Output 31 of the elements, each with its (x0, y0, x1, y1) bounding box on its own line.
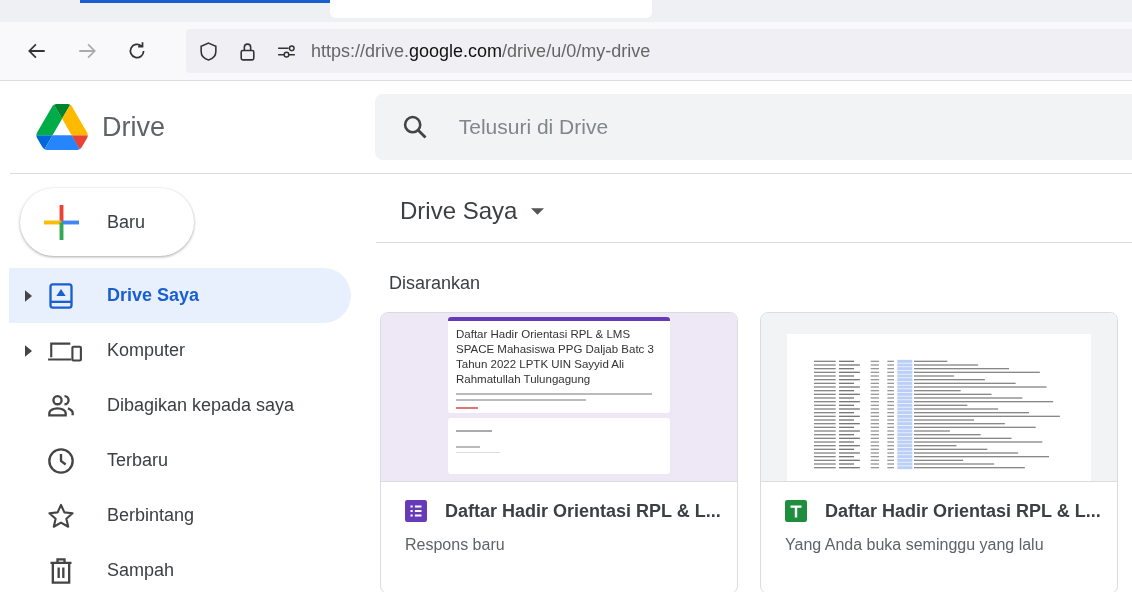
clock-icon (47, 446, 75, 475)
question-drawing (456, 430, 500, 453)
file-activity: Respons baru (405, 536, 506, 554)
file-name: Daftar Hadir Orientasi RPL & L... (825, 500, 1101, 522)
sidebar-item[interactable]: Sampah (9, 543, 351, 592)
app-title: Drive (102, 111, 165, 143)
star-icon (47, 501, 75, 530)
caret-icon[interactable] (25, 344, 32, 357)
address-bar[interactable]: https://drive.google.com/drive/u/0/my-drive (186, 29, 1132, 73)
file-name: Daftar Hadir Orientasi RPL & L... (445, 500, 721, 522)
url-text[interactable]: https://drive.google.com/drive/u/0/my-drive (311, 40, 651, 62)
form-file-icon (405, 500, 427, 522)
caret-icon[interactable] (25, 289, 32, 302)
sheet-file-icon (785, 500, 807, 522)
form-title: Daftar Hadir Orientasi RPL & LMS SPACE Mahasiswa PPG Daljab Batc 3 Tahun 2022 LPTK UIN Sayyid Ali Rahmatullah Tulungagung (456, 327, 655, 387)
sidebar-item[interactable]: Berbintang (9, 488, 351, 543)
section-title: Disarankan (376, 242, 1132, 294)
file-activity: Yang Anda buka seminggu yang lalu (785, 536, 1045, 554)
sidebar-item[interactable]: Komputer (9, 323, 351, 378)
sidebar-item[interactable]: Dibagikan kepada saya (9, 378, 351, 433)
search-input[interactable]: Telusuri di Drive (456, 114, 861, 140)
new-button[interactable]: Baru (20, 188, 194, 256)
dropdown-icon (531, 207, 545, 215)
lock-icon[interactable] (237, 40, 258, 62)
plus-icon (44, 204, 79, 240)
sidebar-item[interactable]: Drive Saya (9, 268, 351, 323)
breadcrumb-button[interactable]: Drive Saya (400, 194, 545, 228)
drive-icon (47, 281, 75, 310)
drive-logo-icon[interactable] (36, 104, 88, 150)
shield-icon[interactable] (198, 40, 219, 62)
sidebar-item[interactable]: Terbaru (9, 433, 351, 488)
